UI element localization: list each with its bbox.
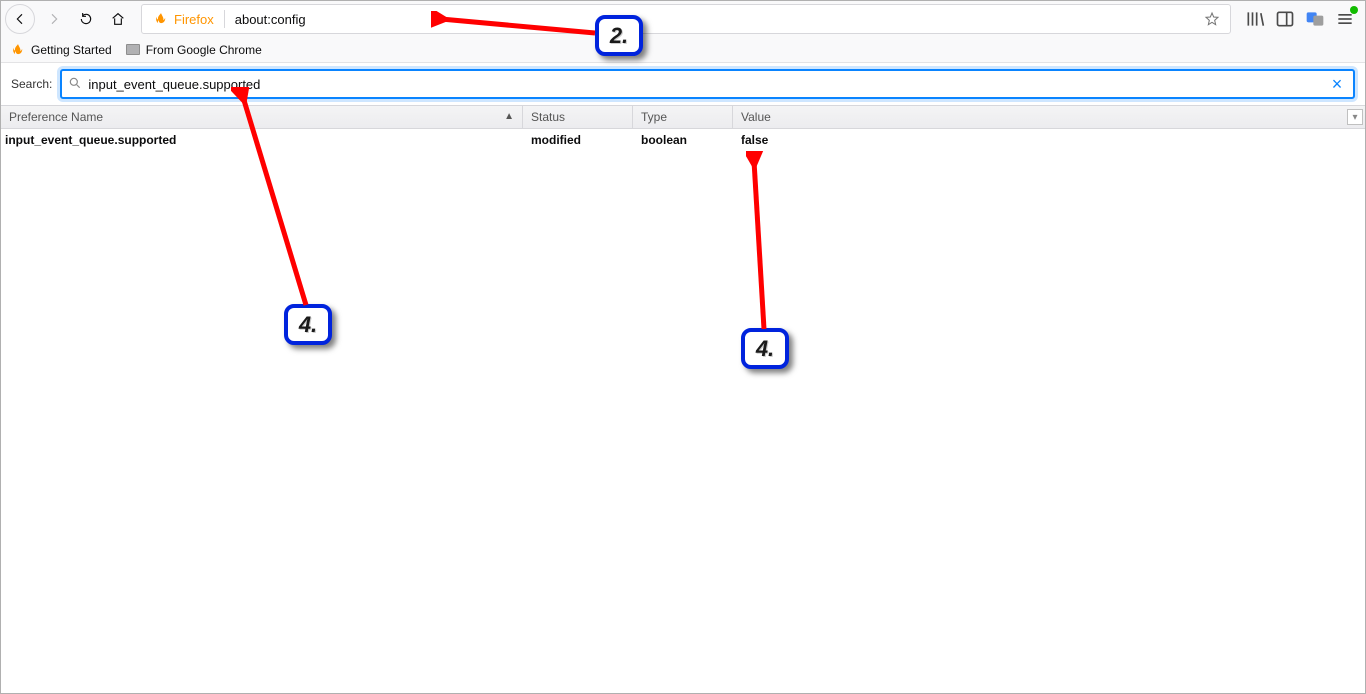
home-button[interactable] (103, 4, 133, 34)
column-picker-icon[interactable]: ▾ (1347, 109, 1363, 125)
bookmark-from-chrome[interactable]: From Google Chrome (126, 43, 262, 57)
annotation-badge-4: 4. (741, 328, 789, 369)
toolbar-right-icons (1239, 9, 1361, 29)
cell-pref-name: input_event_queue.supported (1, 133, 523, 147)
column-label: Value (741, 110, 771, 124)
bookmark-star-icon[interactable] (1198, 11, 1226, 27)
column-label: Type (641, 110, 667, 124)
column-label: Status (531, 110, 565, 124)
column-status[interactable]: Status (523, 106, 633, 128)
forward-button (39, 4, 69, 34)
reload-button[interactable] (71, 4, 101, 34)
library-icon[interactable] (1245, 9, 1265, 29)
menu-button[interactable] (1335, 9, 1355, 29)
search-box[interactable]: × (60, 69, 1355, 99)
identity-label: Firefox (174, 12, 214, 27)
url-bar[interactable]: Firefox about:config (141, 4, 1231, 34)
column-type[interactable]: Type (633, 106, 733, 128)
cell-status: modified (523, 133, 633, 147)
search-icon (68, 76, 82, 93)
config-search-row: Search: × (1, 63, 1365, 105)
cell-type: boolean (633, 133, 733, 147)
url-text[interactable]: about:config (227, 12, 1198, 27)
table-row[interactable]: input_event_queue.supported modified boo… (1, 129, 1365, 151)
annotation-badge-4: 4. (284, 304, 332, 345)
bookmark-getting-started[interactable]: Getting Started (11, 43, 112, 57)
search-label: Search: (11, 77, 52, 91)
config-table-body: input_event_queue.supported modified boo… (1, 129, 1365, 151)
clear-search-icon[interactable]: × (1327, 74, 1347, 95)
bookmark-label: From Google Chrome (146, 43, 262, 57)
identity-chip[interactable]: Firefox (146, 8, 222, 30)
sort-asc-icon: ▲ (504, 111, 514, 122)
column-value[interactable]: Value (733, 106, 1365, 128)
update-dot-icon (1350, 6, 1358, 14)
bookmark-label: Getting Started (31, 43, 112, 57)
search-input[interactable] (88, 71, 1327, 97)
url-separator (224, 10, 225, 28)
translate-icon[interactable] (1305, 9, 1325, 29)
bookmarks-bar: Getting Started From Google Chrome (1, 37, 1365, 63)
firefox-flame-icon (11, 43, 25, 57)
column-preference-name[interactable]: Preference Name ▲ (1, 106, 523, 128)
folder-icon (126, 44, 140, 55)
firefox-flame-icon (154, 12, 168, 26)
sidebar-icon[interactable] (1275, 9, 1295, 29)
column-label: Preference Name (9, 110, 103, 124)
annotation-arrow (746, 151, 786, 336)
config-table-header: Preference Name ▲ Status Type Value ▾ (1, 105, 1365, 129)
cell-value: false (733, 133, 1365, 147)
browser-toolbar: Firefox about:config (1, 1, 1365, 37)
back-button[interactable] (5, 4, 35, 34)
